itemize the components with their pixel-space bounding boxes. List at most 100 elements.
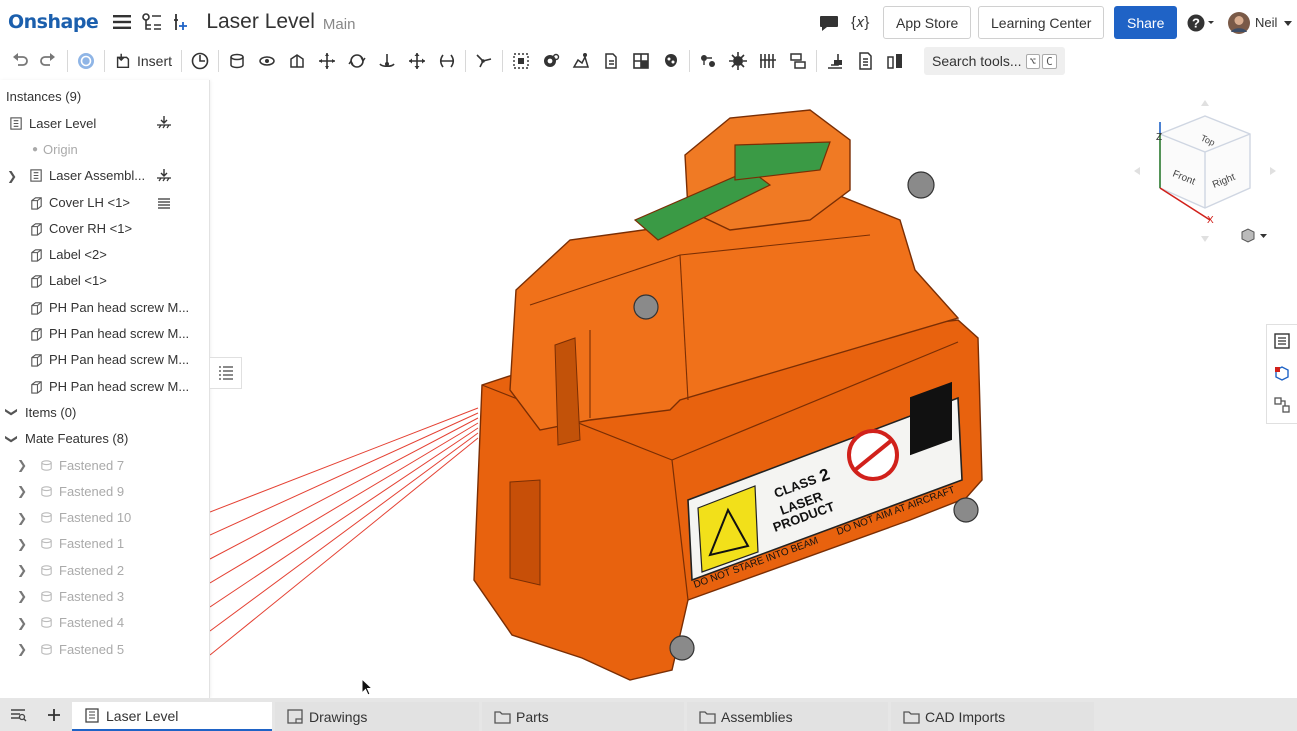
parallel-mate-icon[interactable] xyxy=(432,46,462,76)
mate-row[interactable]: ❯ Fastened 3 xyxy=(0,583,209,609)
expand-chevron-icon[interactable]: ❯ xyxy=(16,589,28,603)
tab-bar: Laser Level Drawings Parts Assemblies CA… xyxy=(0,698,1297,731)
expand-chevron-icon[interactable]: ❯ xyxy=(16,642,28,656)
tab-assemblies[interactable]: Assemblies xyxy=(687,702,888,731)
appearance-panel-icon[interactable] xyxy=(1267,357,1297,389)
add-tab-icon[interactable] xyxy=(36,698,72,731)
comments-icon[interactable] xyxy=(818,6,840,39)
pin-slot-mate-icon[interactable] xyxy=(372,46,402,76)
explode-view-icon[interactable] xyxy=(656,46,686,76)
add-configuration-icon[interactable] xyxy=(170,10,194,34)
search-tools-input[interactable]: Search tools... ⌥ C xyxy=(924,47,1065,75)
instance-row-screw[interactable]: PH Pan head screw M... xyxy=(0,320,209,346)
learning-center-button[interactable]: Learning Center xyxy=(978,6,1105,39)
items-section[interactable]: ❯ Items (0) xyxy=(0,399,209,425)
replace-instance-icon[interactable] xyxy=(566,46,596,76)
tab-laser-level[interactable]: Laser Level xyxy=(72,702,272,731)
gear-relation-icon[interactable] xyxy=(536,46,566,76)
display-states-icon[interactable] xyxy=(880,46,910,76)
variables-icon[interactable]: {𝑥} xyxy=(851,6,869,39)
part-icon xyxy=(28,352,44,368)
expand-chevron-icon[interactable]: ❯ xyxy=(16,537,28,551)
instance-label: Label <1> xyxy=(49,273,107,289)
bill-of-materials-icon[interactable] xyxy=(850,46,880,76)
expand-chevron-icon[interactable]: ❯ xyxy=(6,169,18,183)
undo-icon[interactable] xyxy=(4,46,34,76)
expand-chevron-icon[interactable]: ❯ xyxy=(16,511,28,525)
menu-icon[interactable] xyxy=(110,10,134,34)
mate-row[interactable]: ❯ Fastened 4 xyxy=(0,610,209,636)
mate-row[interactable]: ❯ Fastened 10 xyxy=(0,504,209,530)
document-title[interactable]: Laser Level xyxy=(206,10,315,34)
tab-cad-imports[interactable]: CAD Imports xyxy=(891,702,1094,731)
tab-manager-icon[interactable] xyxy=(0,698,36,731)
instance-row-screw[interactable]: PH Pan head screw M... xyxy=(0,347,209,373)
instance-label: PH Pan head screw M... xyxy=(49,352,190,368)
app-store-button[interactable]: App Store xyxy=(883,6,972,39)
fastened-mate-icon xyxy=(38,510,54,526)
fastened-mate-icon[interactable] xyxy=(222,46,252,76)
instance-row-cover-rh[interactable]: Cover RH <1> xyxy=(0,215,209,241)
collapse-chevron-icon[interactable]: ❯ xyxy=(5,406,19,418)
list-toggle-icon[interactable] xyxy=(210,357,242,389)
tab-drawings[interactable]: Drawings xyxy=(275,702,479,731)
ball-mate-icon[interactable] xyxy=(402,46,432,76)
instance-label: Laser Assembl... xyxy=(49,168,146,184)
collapse-chevron-icon[interactable]: ❯ xyxy=(5,433,19,445)
mate-row[interactable]: ❯ Fastened 1 xyxy=(0,531,209,557)
help-icon[interactable]: ? xyxy=(1186,6,1216,39)
user-menu-chevron-icon[interactable] xyxy=(1284,6,1292,39)
mate-row[interactable]: ❯ Fastened 9 xyxy=(0,478,209,504)
mass-properties-icon[interactable] xyxy=(783,46,813,76)
cylindrical-mate-icon[interactable] xyxy=(342,46,372,76)
instance-row-label-2[interactable]: Label <2> xyxy=(0,241,209,267)
slider-mate-icon[interactable] xyxy=(282,46,312,76)
share-button[interactable]: Share xyxy=(1114,6,1178,39)
user-avatar[interactable] xyxy=(1227,6,1251,39)
insert-button[interactable]: Insert xyxy=(108,46,178,76)
instance-row-laser-assembly[interactable]: ❯ Laser Assembl... xyxy=(0,163,209,189)
fixed-icon[interactable] xyxy=(156,168,172,184)
mate-row[interactable]: ❯ Fastened 7 xyxy=(0,452,209,478)
circular-pattern-icon[interactable] xyxy=(723,46,753,76)
copy-instance-icon[interactable] xyxy=(596,46,626,76)
origin-icon: ● xyxy=(32,143,39,155)
instance-row-origin[interactable]: ● Origin xyxy=(0,136,209,162)
expand-chevron-icon[interactable]: ❯ xyxy=(16,563,28,577)
expand-chevron-icon[interactable]: ❯ xyxy=(16,458,28,472)
section-view-icon[interactable] xyxy=(626,46,656,76)
properties-panel-icon[interactable] xyxy=(1267,325,1297,357)
group-icon[interactable] xyxy=(506,46,536,76)
fixed-icon[interactable] xyxy=(156,115,172,131)
instance-row-screw[interactable]: PH Pan head screw M... xyxy=(0,294,209,320)
mate-row[interactable]: ❯ Fastened 5 xyxy=(0,636,209,662)
onshape-logo[interactable]: Onshape xyxy=(8,11,99,33)
replicate-icon[interactable] xyxy=(185,46,215,76)
feature-tree-icon[interactable] xyxy=(140,10,164,34)
linear-pattern-icon[interactable] xyxy=(693,46,723,76)
instance-row-screw[interactable]: PH Pan head screw M... xyxy=(0,373,209,399)
configuration-panel-icon[interactable] xyxy=(1267,389,1297,421)
named-position-icon[interactable] xyxy=(820,46,850,76)
user-name[interactable]: Neil xyxy=(1255,6,1277,39)
tab-label: Drawings xyxy=(309,708,368,725)
expand-chevron-icon[interactable]: ❯ xyxy=(16,484,28,498)
view-cube[interactable]: Top Front Right Z X xyxy=(1130,96,1280,246)
mate-features-section[interactable]: ❯ Mate Features (8) xyxy=(0,426,209,452)
ground-icon[interactable] xyxy=(156,194,172,210)
redo-icon[interactable] xyxy=(34,46,64,76)
rebuild-icon[interactable] xyxy=(71,46,101,76)
expand-chevron-icon[interactable]: ❯ xyxy=(16,616,28,630)
measure-icon[interactable] xyxy=(753,46,783,76)
mate-row[interactable]: ❯ Fastened 2 xyxy=(0,557,209,583)
instance-row-cover-lh[interactable]: Cover LH <1> xyxy=(0,189,209,215)
instance-row-label-1[interactable]: Label <1> xyxy=(0,268,209,294)
planar-mate-icon[interactable] xyxy=(312,46,342,76)
revolute-mate-icon[interactable] xyxy=(252,46,282,76)
mate-connector-icon[interactable] xyxy=(469,46,499,76)
instance-row-laser-level[interactable]: Laser Level xyxy=(0,110,209,136)
tab-parts[interactable]: Parts xyxy=(482,702,684,731)
branch-name[interactable]: Main xyxy=(323,16,356,33)
tab-label: CAD Imports xyxy=(925,708,1006,725)
toolbar-divider xyxy=(816,50,818,72)
